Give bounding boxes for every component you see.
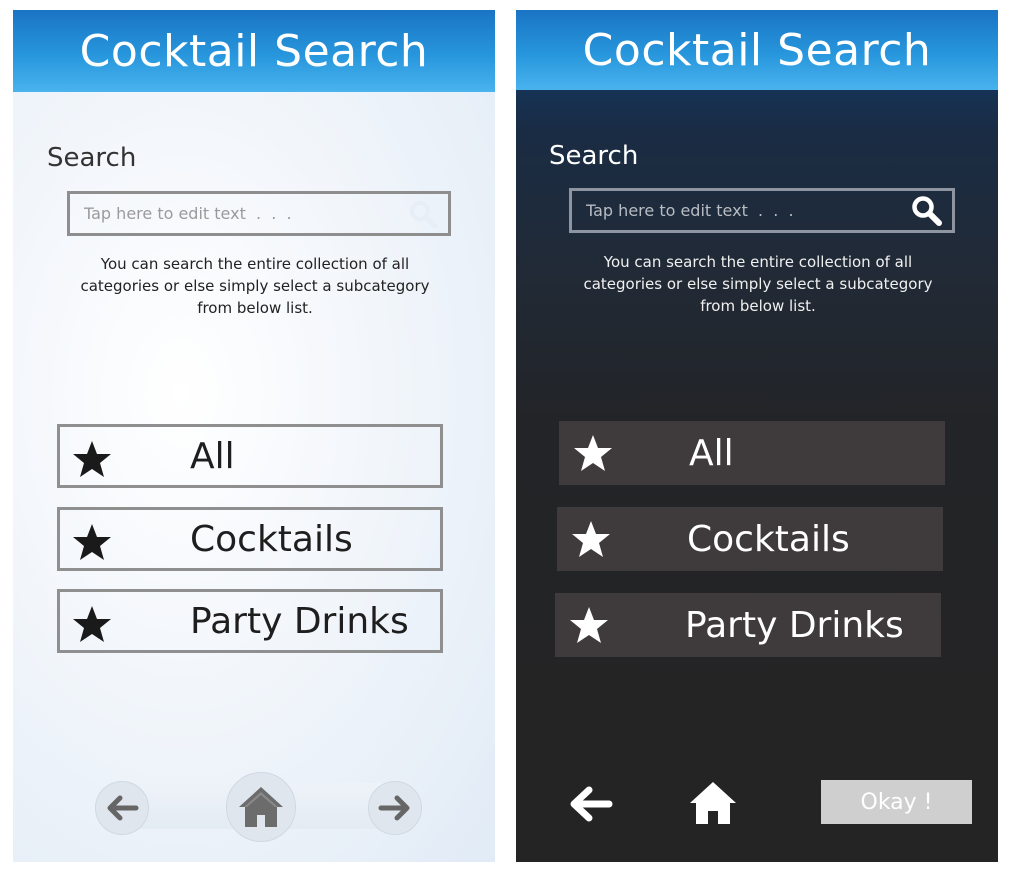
search-label: Search: [549, 141, 639, 171]
star-icon: [73, 524, 111, 560]
star-icon: [572, 521, 610, 557]
back-button[interactable]: [564, 782, 616, 826]
star-icon: [570, 607, 608, 643]
category-all-button[interactable]: All: [559, 421, 945, 485]
category-label: Cocktails: [687, 518, 850, 560]
back-button[interactable]: [95, 781, 149, 835]
search-input[interactable]: [70, 194, 404, 233]
okay-button[interactable]: Okay !: [821, 780, 972, 824]
category-label: Party Drinks: [685, 604, 904, 646]
app-header: Cocktail Search: [516, 10, 998, 90]
arrow-left-icon: [570, 786, 613, 822]
search-helper-text: You can search the entire collection of …: [583, 253, 933, 315]
search-helper-text: You can search the entire collection of …: [80, 255, 430, 317]
category-label: Cocktails: [190, 518, 353, 560]
search-label: Search: [47, 143, 137, 173]
category-party-drinks-button[interactable]: Party Drinks: [57, 589, 443, 653]
category-all-button[interactable]: All: [57, 424, 443, 488]
arrow-left-icon: [107, 795, 139, 821]
search-icon[interactable]: [910, 194, 944, 228]
category-label: All: [190, 435, 235, 477]
star-icon: [73, 606, 111, 642]
search-box: [569, 188, 955, 233]
home-icon: [239, 787, 283, 827]
home-button[interactable]: [686, 778, 740, 828]
search-box: [67, 191, 451, 236]
page-title: Cocktail Search: [582, 24, 932, 76]
light-screen: Cocktail Search Search You can search th…: [13, 10, 495, 862]
search-icon[interactable]: [406, 197, 440, 231]
home-button[interactable]: [226, 772, 296, 842]
page-title: Cocktail Search: [79, 25, 429, 77]
forward-button[interactable]: [368, 781, 422, 835]
category-party-drinks-button[interactable]: Party Drinks: [555, 593, 941, 657]
category-label: Party Drinks: [190, 600, 409, 642]
category-label: All: [689, 432, 734, 474]
search-input[interactable]: [572, 191, 906, 230]
home-icon: [690, 782, 736, 824]
star-icon: [574, 435, 612, 471]
app-header: Cocktail Search: [13, 10, 495, 92]
category-cocktails-button[interactable]: Cocktails: [57, 507, 443, 571]
star-icon: [73, 441, 111, 477]
arrow-right-icon: [378, 795, 410, 821]
dark-screen: Cocktail Search Search You can search th…: [516, 10, 998, 862]
category-cocktails-button[interactable]: Cocktails: [557, 507, 943, 571]
